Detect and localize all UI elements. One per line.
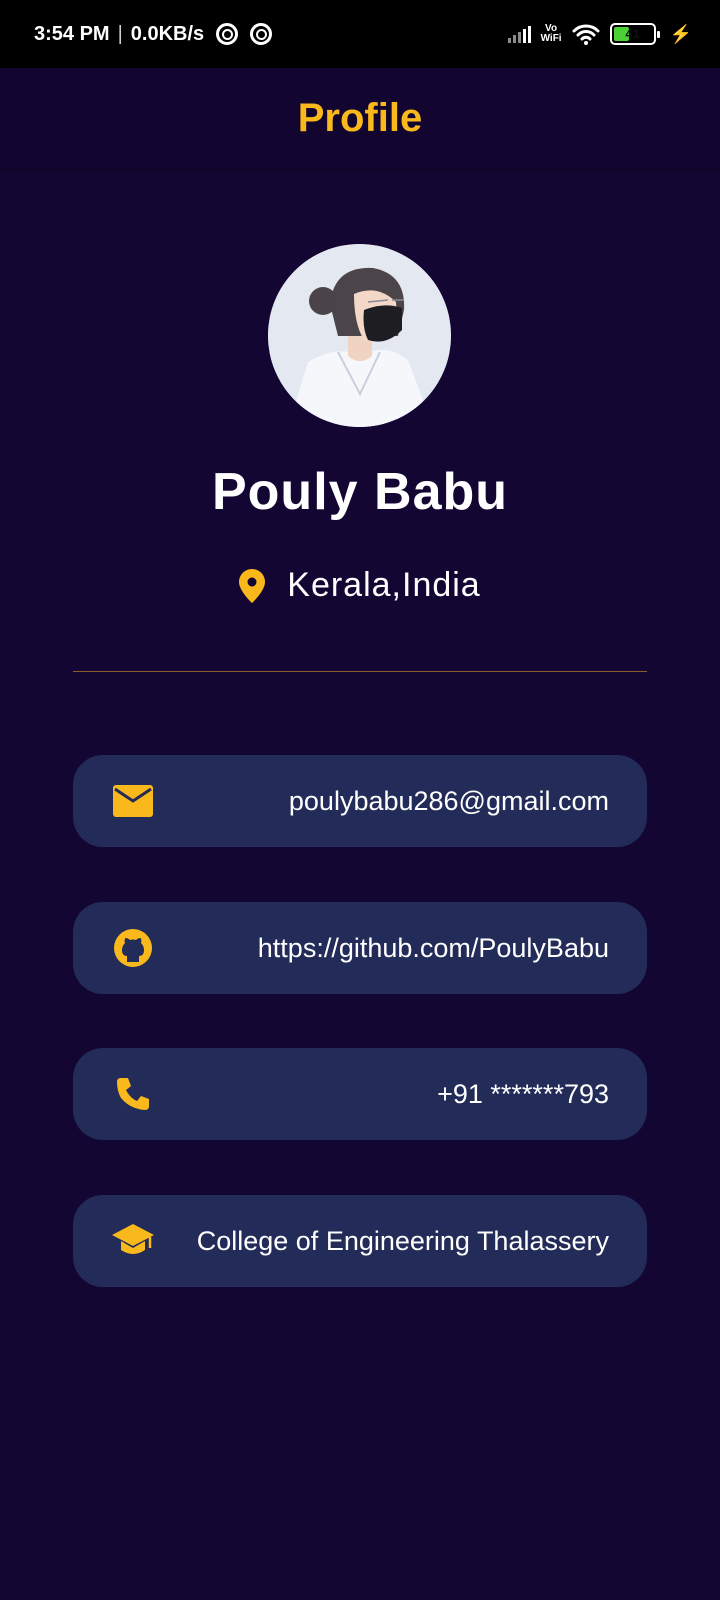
- battery-level: 41: [625, 26, 640, 41]
- location-row: Kerala,India: [0, 566, 720, 605]
- status-left: 3:54 PM | 0.0KB/s: [34, 22, 273, 46]
- charging-icon: ⚡: [669, 23, 692, 44]
- app-bar: Profile: [0, 68, 720, 168]
- battery-icon: 41: [609, 23, 660, 45]
- github-icon: [111, 926, 155, 970]
- status-time: 3:54 PM: [34, 22, 110, 45]
- email-card[interactable]: poulybabu286@gmail.com: [73, 755, 647, 847]
- status-separator: |: [117, 22, 123, 45]
- phone-card[interactable]: +91 *******793: [73, 1048, 647, 1140]
- college-value: College of Engineering Thalassery: [196, 1225, 609, 1256]
- avatar-illustration: [268, 244, 451, 427]
- vowifi-label: WiFi: [540, 33, 562, 44]
- status-bar: 3:54 PM | 0.0KB/s Vo WiFi 41 ⚡: [0, 0, 720, 68]
- email-value: poulybabu286@gmail.com: [288, 785, 609, 816]
- location-pin-icon: [239, 568, 266, 603]
- vowifi-icon: Vo WiFi: [541, 24, 562, 44]
- college-card[interactable]: College of Engineering Thalassery: [73, 1195, 647, 1287]
- wifi-icon: [572, 24, 600, 45]
- github-card[interactable]: https://github.com/PoulyBabu: [73, 902, 647, 994]
- notification-icon: [216, 23, 239, 45]
- avatar: [268, 244, 451, 427]
- notification-icon: [250, 23, 273, 45]
- mail-icon: [111, 779, 155, 823]
- divider: [73, 671, 647, 672]
- signal-icon: [507, 25, 531, 43]
- phone-value: +91 *******793: [437, 1078, 609, 1109]
- location-text: Kerala,India: [287, 566, 481, 604]
- phone-icon: [111, 1072, 155, 1116]
- profile-name: Pouly Babu: [211, 463, 509, 521]
- status-right: Vo WiFi 41 ⚡: [507, 23, 692, 45]
- graduation-cap-icon: [111, 1219, 155, 1263]
- network-speed: 0.0KB/s: [130, 22, 205, 45]
- github-value: https://github.com/PoulyBabu: [257, 932, 609, 963]
- page-title: Profile: [297, 95, 423, 140]
